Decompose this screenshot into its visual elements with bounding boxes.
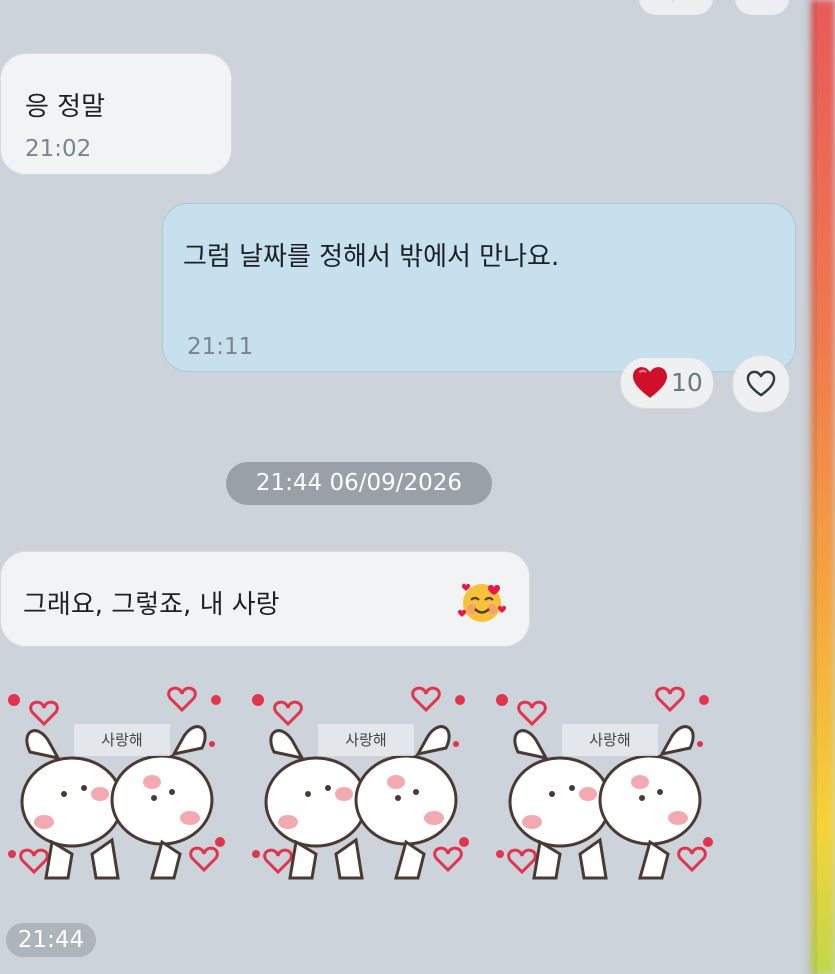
edge-shadow [799, 0, 817, 974]
like-button[interactable] [732, 355, 790, 413]
sticker-caption: 사랑해 [318, 724, 414, 756]
heart-icon: ❤ [667, 0, 680, 6]
reaction-count: 10 [671, 368, 703, 397]
sticker-time: 21:44 [6, 923, 96, 957]
red-heart-icon [633, 367, 667, 398]
message-time: 21:02 [25, 136, 92, 162]
incoming-message-bubble[interactable]: 그래요, 그렇죠, 내 사랑 [0, 551, 530, 647]
previous-reaction-chip[interactable]: ❤ [638, 0, 714, 16]
message-text: 그래요, 그렇죠, 내 사랑 [23, 590, 280, 620]
sticker-caption: 사랑해 [562, 724, 658, 756]
incoming-message-bubble[interactable]: 응 정말 21:02 [0, 53, 232, 175]
message-text: 응 정말 [25, 92, 106, 122]
heart-outline-icon [746, 370, 776, 397]
outgoing-message-bubble[interactable]: 그럼 날짜를 정해서 밖에서 만나요. 21:11 [162, 203, 796, 372]
sticker-caption: 사랑해 [74, 724, 170, 756]
love-bunny-sticker[interactable]: 사랑해 [490, 682, 720, 890]
bunny-couple-icon [496, 686, 713, 880]
bunny-couple-icon [252, 686, 469, 880]
love-bunny-sticker[interactable]: 사랑해 [2, 682, 232, 890]
smiling-face-with-hearts-icon [458, 583, 506, 622]
heart-reaction-chip[interactable]: 10 [620, 357, 714, 409]
message-time: 21:11 [187, 334, 254, 360]
love-bunny-sticker[interactable]: 사랑해 [246, 682, 476, 890]
date-separator: 21:44 06/09/2026 [226, 462, 492, 505]
message-text: 그럼 날짜를 정해서 밖에서 만나요. [183, 242, 560, 272]
previous-like-button[interactable] [734, 0, 790, 16]
bunny-couple-icon [8, 686, 225, 880]
